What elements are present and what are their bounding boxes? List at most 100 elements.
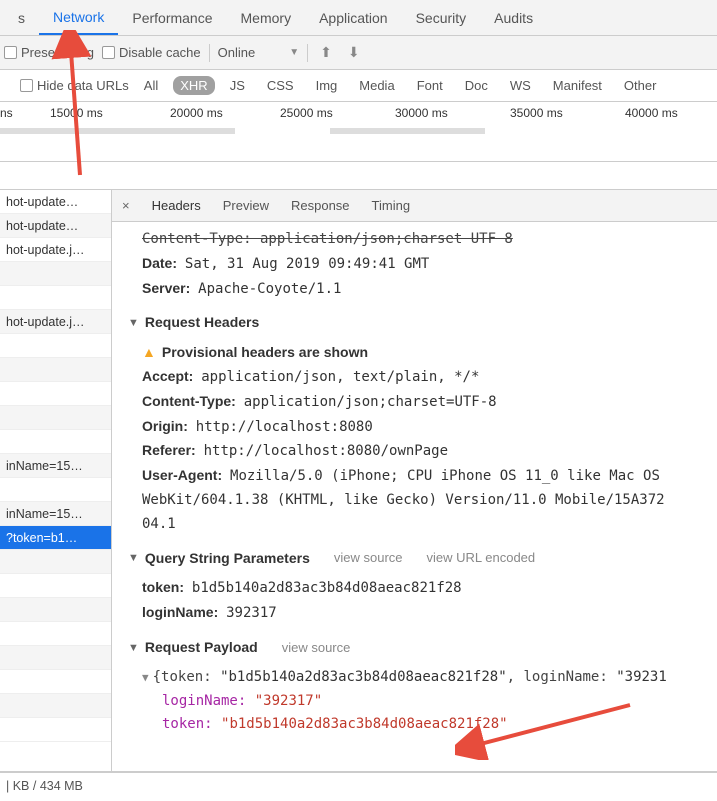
view-source-link[interactable]: view source [334,547,403,569]
chevron-down-icon: ▼ [128,314,139,333]
filter-img[interactable]: Img [309,76,345,95]
filter-xhr[interactable]: XHR [173,76,214,95]
request-row[interactable] [0,670,111,694]
chevron-down-icon: ▼ [142,671,149,684]
request-row[interactable]: inName=15… [0,454,111,478]
network-timeline-overview[interactable]: ns 15000 ms 20000 ms 25000 ms 30000 ms 3… [0,102,717,162]
filter-manifest[interactable]: Manifest [546,76,609,95]
section-title-text: Request Headers [145,311,259,335]
request-row[interactable] [0,694,111,718]
chevron-down-icon: ▼ [128,639,139,658]
spacer [0,162,717,190]
request-row[interactable] [0,646,111,670]
request-row[interactable] [0,574,111,598]
filter-other[interactable]: Other [617,76,664,95]
network-toolbar: Preserve log Disable cache Online ▼ ⬆ ⬇ [0,36,717,70]
request-row[interactable] [0,334,111,358]
request-row[interactable]: inName=15… [0,502,111,526]
payload-summary[interactable]: ▼{token: "b1d5b140a2d83ac3b84d08aeac821f… [128,666,707,690]
detail-tab-response[interactable]: Response [287,194,354,217]
section-title-text: Request Payload [145,636,258,660]
request-row[interactable]: hot-update… [0,190,111,214]
query-row: loginName: 392317 [128,601,707,626]
request-row[interactable] [0,478,111,502]
download-har-button[interactable]: ⬇ [344,44,364,61]
detail-tab-preview[interactable]: Preview [219,194,273,217]
disable-cache-option[interactable]: Disable cache [102,45,201,60]
section-request-headers[interactable]: ▼ Request Headers [128,311,707,335]
request-row[interactable] [0,286,111,310]
request-row[interactable] [0,718,111,742]
throttling-select[interactable]: Online ▼ [218,45,299,60]
filter-ws[interactable]: WS [503,76,538,95]
header-row: Origin: http://localhost:8080 [128,415,707,440]
request-row-selected[interactable]: ?token=b1… [0,526,111,550]
network-filter-bar: Hide data URLs All XHR JS CSS Img Media … [0,70,717,102]
separator [307,44,308,62]
close-icon[interactable]: × [118,198,134,213]
timeline-tick: 20000 ms [170,106,223,120]
request-row[interactable] [0,622,111,646]
detail-tabs: × Headers Preview Response Timing [112,190,717,222]
request-row[interactable] [0,358,111,382]
request-list: hot-update… hot-update… hot-update.j… ho… [0,190,112,771]
filter-doc[interactable]: Doc [458,76,495,95]
tab-audits[interactable]: Audits [480,2,547,34]
tab-elements-truncated[interactable]: s [4,2,39,34]
request-row[interactable]: hot-update… [0,214,111,238]
section-request-payload[interactable]: ▼ Request Payload view source [128,636,707,660]
network-main-split: hot-update… hot-update… hot-update.j… ho… [0,190,717,772]
header-row-truncated: Content-Type: application/json;charset U… [128,228,707,252]
view-url-encoded-link[interactable]: view URL encoded [427,547,536,569]
tab-application[interactable]: Application [305,2,402,34]
provisional-warning: Provisional headers are shown [162,341,368,365]
header-row: Content-Type: application/json;charset=U… [128,390,707,415]
request-row[interactable] [0,430,111,454]
request-row[interactable]: hot-update.j… [0,238,111,262]
payload-row: token: "b1d5b140a2d83ac3b84d08aeac821f28… [128,713,707,737]
request-row[interactable] [0,406,111,430]
timeline-activity [330,128,485,134]
request-row[interactable] [0,382,111,406]
disable-cache-label: Disable cache [119,45,201,60]
filter-all[interactable]: All [137,76,165,95]
header-row: Accept: application/json, text/plain, */… [128,365,707,390]
filter-media[interactable]: Media [352,76,401,95]
section-query-string[interactable]: ▼ Query String Parameters view source vi… [128,547,707,571]
tab-security[interactable]: Security [402,2,481,34]
tab-network[interactable]: Network [39,1,118,35]
header-row: Referer: http://localhost:8080/ownPage [128,439,707,464]
preserve-log-option[interactable]: Preserve log [4,45,94,60]
section-title-text: Query String Parameters [145,547,310,571]
header-row: Date: Sat, 31 Aug 2019 09:49:41 GMT [128,252,707,277]
request-row[interactable] [0,550,111,574]
request-row[interactable] [0,262,111,286]
request-row[interactable]: hot-update.j… [0,310,111,334]
query-row: token: b1d5b140a2d83ac3b84d08aeac821f28 [128,576,707,601]
tab-performance[interactable]: Performance [118,2,226,34]
hide-data-urls-option[interactable]: Hide data URLs [20,78,129,93]
chevron-down-icon: ▼ [128,549,139,568]
filter-css[interactable]: CSS [260,76,301,95]
filter-font[interactable]: Font [410,76,450,95]
hide-data-urls-label: Hide data URLs [37,78,129,93]
status-bar: | KB / 434 MB [0,772,717,799]
payload-row: loginName: "392317" [128,690,707,714]
filter-js[interactable]: JS [223,76,252,95]
timeline-tick: 25000 ms [280,106,333,120]
upload-har-button[interactable]: ⬆ [316,44,336,61]
separator [209,44,210,62]
header-row-continuation: WebKit/604.1.38 (KHTML, like Gecko) Vers… [128,489,707,513]
tab-memory[interactable]: Memory [227,2,306,34]
detail-tab-timing[interactable]: Timing [368,194,415,217]
timeline-tick: 30000 ms [395,106,448,120]
request-row[interactable] [0,598,111,622]
detail-tab-headers[interactable]: Headers [148,194,205,217]
header-row-continuation: 04.1 [128,513,707,537]
timeline-activity [105,128,235,134]
timeline-tick: 15000 ms [50,106,103,120]
chevron-down-icon: ▼ [289,47,299,58]
checkbox-icon [20,79,33,92]
view-source-link[interactable]: view source [282,637,351,659]
checkbox-icon [102,46,115,59]
